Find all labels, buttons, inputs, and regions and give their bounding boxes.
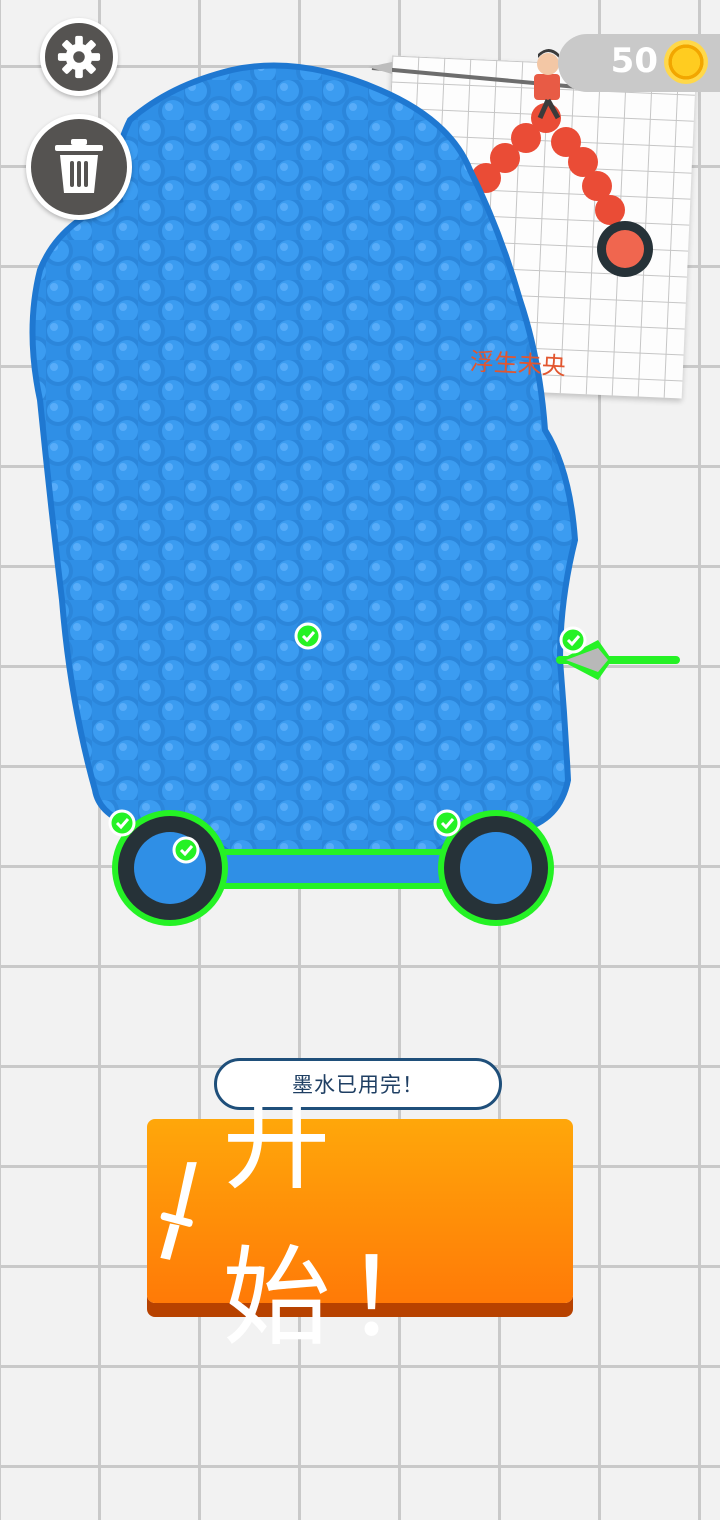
delete-drawing-button[interactable] [26,114,132,220]
coin-icon [664,40,708,84]
settings-button[interactable] [40,18,118,96]
start-button[interactable]: 开始！ [147,1080,573,1361]
level-author-label: 浮生未央 [469,347,567,381]
sword-icon [160,1162,197,1260]
coin-counter: 50 [558,34,720,92]
coin-count: 50 [610,41,658,81]
gear-icon [57,35,101,79]
trash-icon [55,139,103,193]
start-button-label: 开始！ [222,1080,467,1361]
